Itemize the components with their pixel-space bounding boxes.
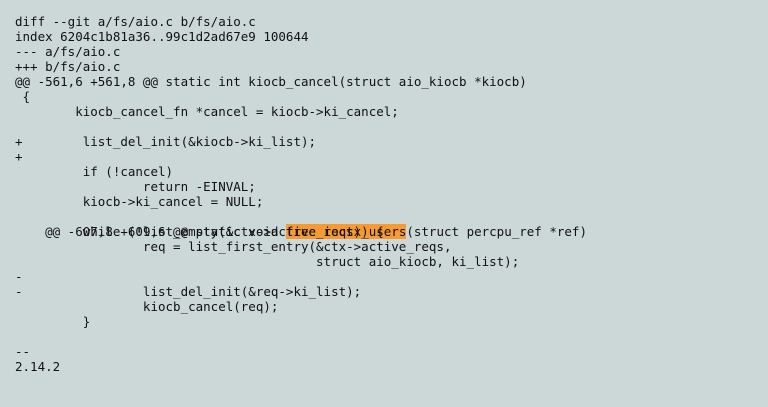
hunk2-line-5: - list_del_init(&req->ki_list); — [15, 284, 362, 299]
hunk-header-2: @@ -607,8 +609,6 @@ static void free_ioc… — [15, 209, 758, 239]
hunk1-line-7: return -EINVAL; — [15, 179, 256, 194]
hunk1-line-1: { — [15, 89, 31, 104]
hunk2-line-6: kiocb_cancel(req); — [15, 299, 279, 314]
hunk1-line-4: + list_del_init(&kiocb->ki_list); — [15, 134, 317, 149]
new-file-line: +++ b/fs/aio.c — [15, 59, 121, 74]
hunk1-line-6: if (!cancel) — [15, 164, 174, 179]
git-version: 2.14.2 — [15, 359, 61, 374]
hunk2-line-2: req = list_first_entry(&ctx->active_reqs… — [15, 239, 452, 254]
hunk2-line-4: - — [15, 269, 23, 284]
hunk2-line-7: } — [15, 314, 91, 329]
hunk2-line-3: struct aio_kiocb, ki_list); — [15, 254, 520, 269]
hunk1-line-3 — [15, 119, 758, 134]
diff-header-line: diff --git a/fs/aio.c b/fs/aio.c — [15, 14, 256, 29]
index-line: index 6204c1b81a36..99c1d2ad67e9 100644 — [15, 29, 309, 44]
old-file-line: --- a/fs/aio.c — [15, 44, 121, 59]
hunk1-line-5: + — [15, 149, 23, 164]
hunk-header-1: @@ -561,6 +561,8 @@ static int kiocb_can… — [15, 74, 527, 89]
signature-separator: -- — [15, 344, 31, 359]
hunk1-line-8: kiocb->ki_cancel = NULL; — [15, 194, 264, 209]
patch-text: diff --git a/fs/aio.c b/fs/aio.c index 6… — [15, 14, 758, 374]
hunk1-line-2: kiocb_cancel_fn *cancel = kiocb->ki_canc… — [15, 104, 399, 119]
hunk2-header-suffix: (struct percpu_ref *ref) — [406, 224, 587, 239]
